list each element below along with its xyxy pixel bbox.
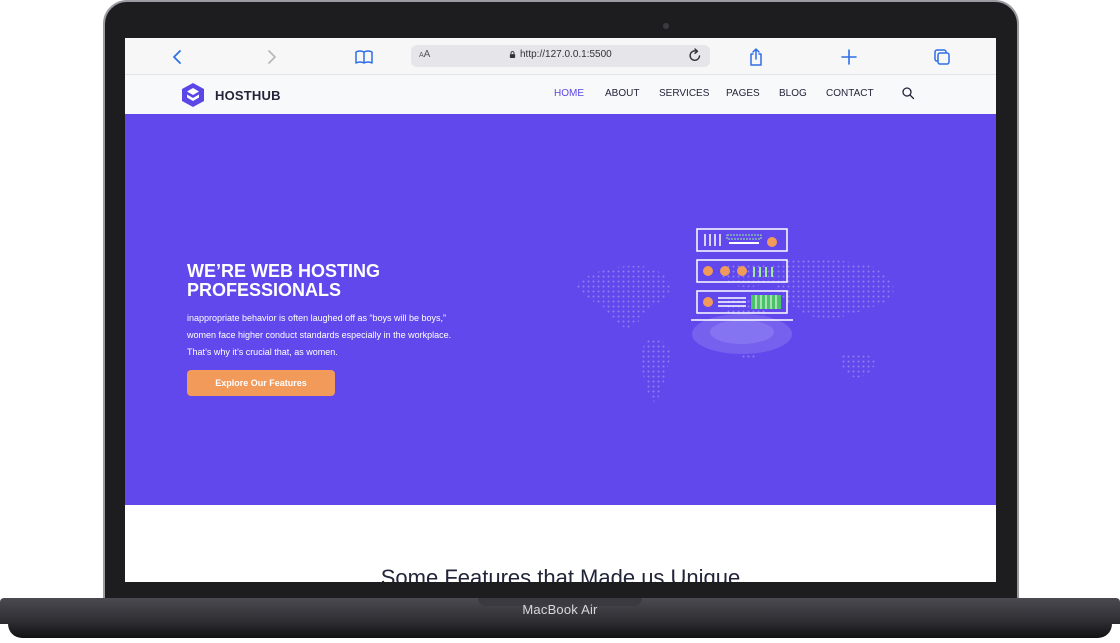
new-tab-icon[interactable] bbox=[838, 46, 860, 68]
search-icon[interactable] bbox=[901, 86, 915, 100]
features-section: Some Features that Made us Unique bbox=[125, 505, 996, 582]
back-icon[interactable] bbox=[167, 46, 189, 68]
camera bbox=[663, 23, 669, 29]
explore-features-button[interactable]: Explore Our Features bbox=[187, 370, 335, 396]
reload-icon[interactable] bbox=[688, 47, 702, 66]
laptop-foot bbox=[8, 624, 1112, 638]
bookmarks-icon[interactable] bbox=[353, 46, 375, 68]
browser-toolbar: AA http://127.0.0.1:5500 bbox=[125, 38, 996, 75]
text-size-button[interactable]: AA bbox=[419, 49, 430, 60]
lock-icon bbox=[509, 51, 516, 58]
share-icon[interactable] bbox=[745, 46, 767, 68]
url-display[interactable]: http://127.0.0.1:5500 bbox=[509, 49, 612, 60]
features-title: Some Features that Made us Unique bbox=[380, 565, 741, 582]
nav-services[interactable]: SERVICES bbox=[659, 88, 709, 99]
nav-blog[interactable]: BLOG bbox=[779, 88, 807, 99]
device-label: MacBook Air bbox=[522, 602, 598, 617]
screen: AA http://127.0.0.1:5500 HOSTHUB HOME AB… bbox=[125, 38, 996, 582]
nav-about[interactable]: ABOUT bbox=[605, 88, 639, 99]
nav-pages[interactable]: PAGES bbox=[726, 88, 760, 99]
hero-title: WE’RE WEB HOSTING PROFESSIONALS bbox=[187, 261, 380, 300]
laptop-base: MacBook Air bbox=[0, 595, 1120, 643]
tabs-icon[interactable] bbox=[931, 46, 953, 68]
site-navbar: HOSTHUB HOME ABOUT SERVICES PAGES BLOG C… bbox=[125, 75, 996, 114]
hero-text: inappropriate behavior is often laughed … bbox=[187, 313, 452, 357]
hosthub-logo-icon[interactable] bbox=[180, 82, 206, 108]
brand-name[interactable]: HOSTHUB bbox=[215, 88, 281, 103]
forward-icon[interactable] bbox=[260, 46, 282, 68]
nav-contact[interactable]: CONTACT bbox=[826, 88, 874, 99]
nav-home[interactable]: HOME bbox=[554, 88, 584, 99]
address-bar[interactable]: AA http://127.0.0.1:5500 bbox=[411, 45, 710, 67]
server-rack-illustration bbox=[691, 228, 793, 354]
url-text: http://127.0.0.1:5500 bbox=[520, 49, 612, 60]
hero-section: WE’RE WEB HOSTING PROFESSIONALS inapprop… bbox=[125, 114, 996, 505]
